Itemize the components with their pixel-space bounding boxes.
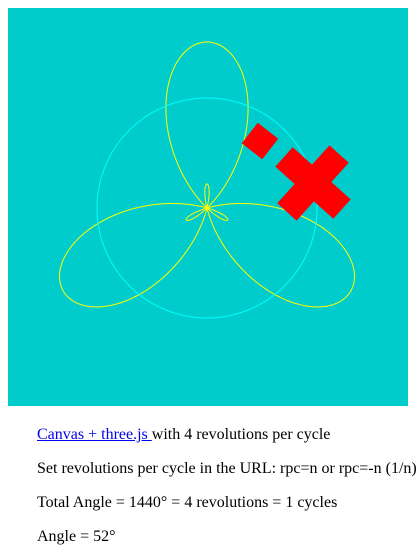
description-line: Canvas + three.js with 4 revolutions per…	[37, 425, 330, 445]
total-angle-text: Total Angle = 1440° = 4 revolutions = 1 …	[37, 494, 338, 511]
render-canvas	[8, 8, 408, 406]
angle-text: Angle = 52°	[37, 528, 116, 545]
scene-svg	[8, 8, 408, 406]
canvas-threejs-link[interactable]: Canvas + three.js	[37, 426, 152, 443]
url-hint-text: Set revolutions per cycle in the URL: rp…	[37, 460, 417, 477]
revolutions-text: with 4 revolutions per cycle	[151, 426, 331, 443]
